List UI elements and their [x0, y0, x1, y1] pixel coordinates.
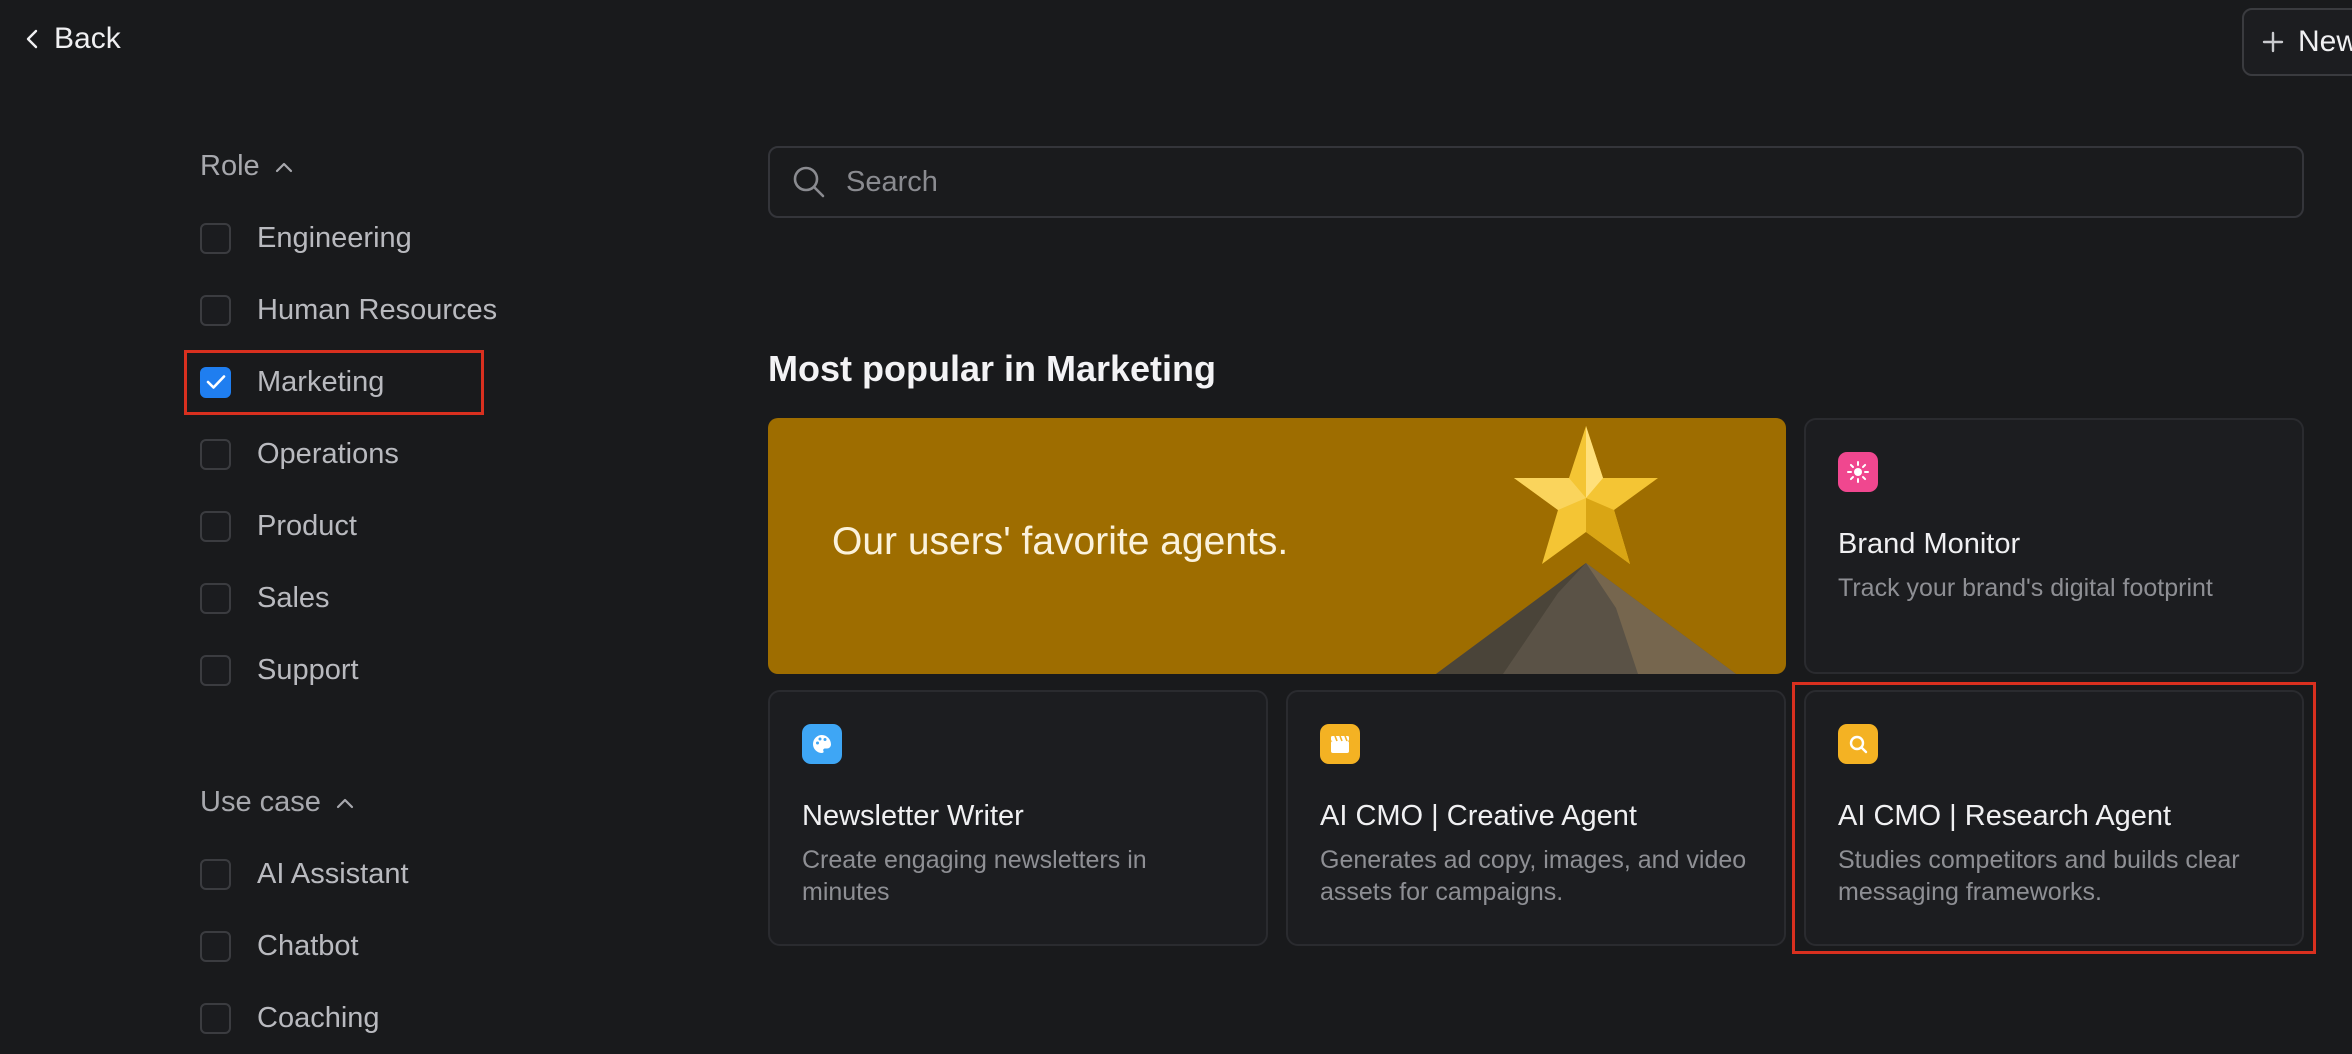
checkbox[interactable]: [200, 654, 231, 686]
banner-text: Our users' favorite agents.: [832, 520, 1289, 563]
checkmark-icon: [206, 375, 225, 389]
option-label: Human Resources: [257, 293, 498, 326]
agent-card-brand-monitor[interactable]: Brand Monitor Track your brand's digital…: [1804, 418, 2304, 674]
search-icon: [793, 166, 825, 198]
role-option-human-resources[interactable]: Human Resources: [200, 290, 497, 330]
checkbox[interactable]: [200, 930, 231, 962]
use-case-filter-toggle[interactable]: Use case: [200, 786, 355, 819]
role-heading: Role: [200, 150, 260, 182]
card-title: AI CMO | Creative Agent: [1320, 800, 1637, 832]
new-agent-button[interactable]: New: [2242, 8, 2352, 76]
role-option-marketing[interactable]: Marketing: [200, 362, 384, 402]
card-description: Generates ad copy, images, and video ass…: [1320, 846, 1747, 906]
role-filter-toggle[interactable]: Role: [200, 150, 294, 183]
plus-icon: [2262, 31, 2284, 53]
palette-icon: [802, 724, 842, 764]
card-title: Newsletter Writer: [802, 800, 1024, 832]
section-title: Most popular in Marketing: [768, 348, 1217, 389]
chevron-left-icon: [26, 29, 38, 49]
use-case-heading: Use case: [200, 786, 321, 818]
card-description: Studies competitors and builds clear mes…: [1838, 846, 2240, 906]
use-case-option-chatbot[interactable]: Chatbot: [200, 926, 359, 966]
checkbox[interactable]: [200, 1002, 231, 1034]
sun-icon: [1838, 452, 1878, 492]
search-bar[interactable]: [768, 146, 2304, 218]
clapperboard-icon: [1320, 724, 1360, 764]
option-label: Support: [257, 653, 359, 686]
option-label: Coaching: [257, 1001, 380, 1034]
card-title: Brand Monitor: [1838, 528, 2021, 560]
option-label: AI Assistant: [257, 857, 409, 890]
agent-card-newsletter-writer[interactable]: Newsletter Writer Create engaging newsle…: [768, 690, 1268, 946]
use-case-option-coaching[interactable]: Coaching: [200, 998, 380, 1038]
back-label: Back: [54, 22, 121, 55]
option-label: Engineering: [257, 221, 412, 254]
search-input[interactable]: [844, 164, 2244, 200]
option-label: Product: [257, 509, 357, 542]
chevron-up-icon: [275, 162, 292, 172]
checkbox[interactable]: [200, 294, 231, 326]
magnifier-icon: [1838, 724, 1878, 764]
chevron-up-icon: [336, 798, 353, 808]
checkbox[interactable]: [200, 858, 231, 890]
option-label: Sales: [257, 581, 330, 614]
card-description: Create engaging newsletters in minutes: [802, 846, 1147, 906]
use-case-option-ai-assistant[interactable]: AI Assistant: [200, 854, 409, 894]
checkbox[interactable]: [200, 582, 231, 614]
option-label: Operations: [257, 437, 399, 470]
option-label: Chatbot: [257, 929, 359, 962]
checkbox-checked[interactable]: [200, 366, 231, 398]
agent-card-ai-cmo-creative[interactable]: AI CMO | Creative Agent Generates ad cop…: [1286, 690, 1786, 946]
checkbox[interactable]: [200, 222, 231, 254]
card-description: Track your brand's digital footprint: [1838, 574, 2213, 602]
checkbox[interactable]: [200, 438, 231, 470]
role-option-operations[interactable]: Operations: [200, 434, 399, 474]
option-label: Marketing: [257, 365, 385, 398]
role-option-product[interactable]: Product: [200, 506, 357, 546]
role-option-engineering[interactable]: Engineering: [200, 218, 412, 258]
role-option-support[interactable]: Support: [200, 650, 359, 690]
agent-card-ai-cmo-research[interactable]: AI CMO | Research Agent Studies competit…: [1804, 690, 2304, 946]
back-button[interactable]: Back: [24, 22, 121, 56]
card-title: AI CMO | Research Agent: [1838, 800, 2172, 832]
role-option-sales[interactable]: Sales: [200, 578, 330, 618]
new-label: New: [2298, 25, 2352, 58]
favorites-banner[interactable]: Our users' favorite agents.: [768, 418, 1786, 674]
checkbox[interactable]: [200, 510, 231, 542]
